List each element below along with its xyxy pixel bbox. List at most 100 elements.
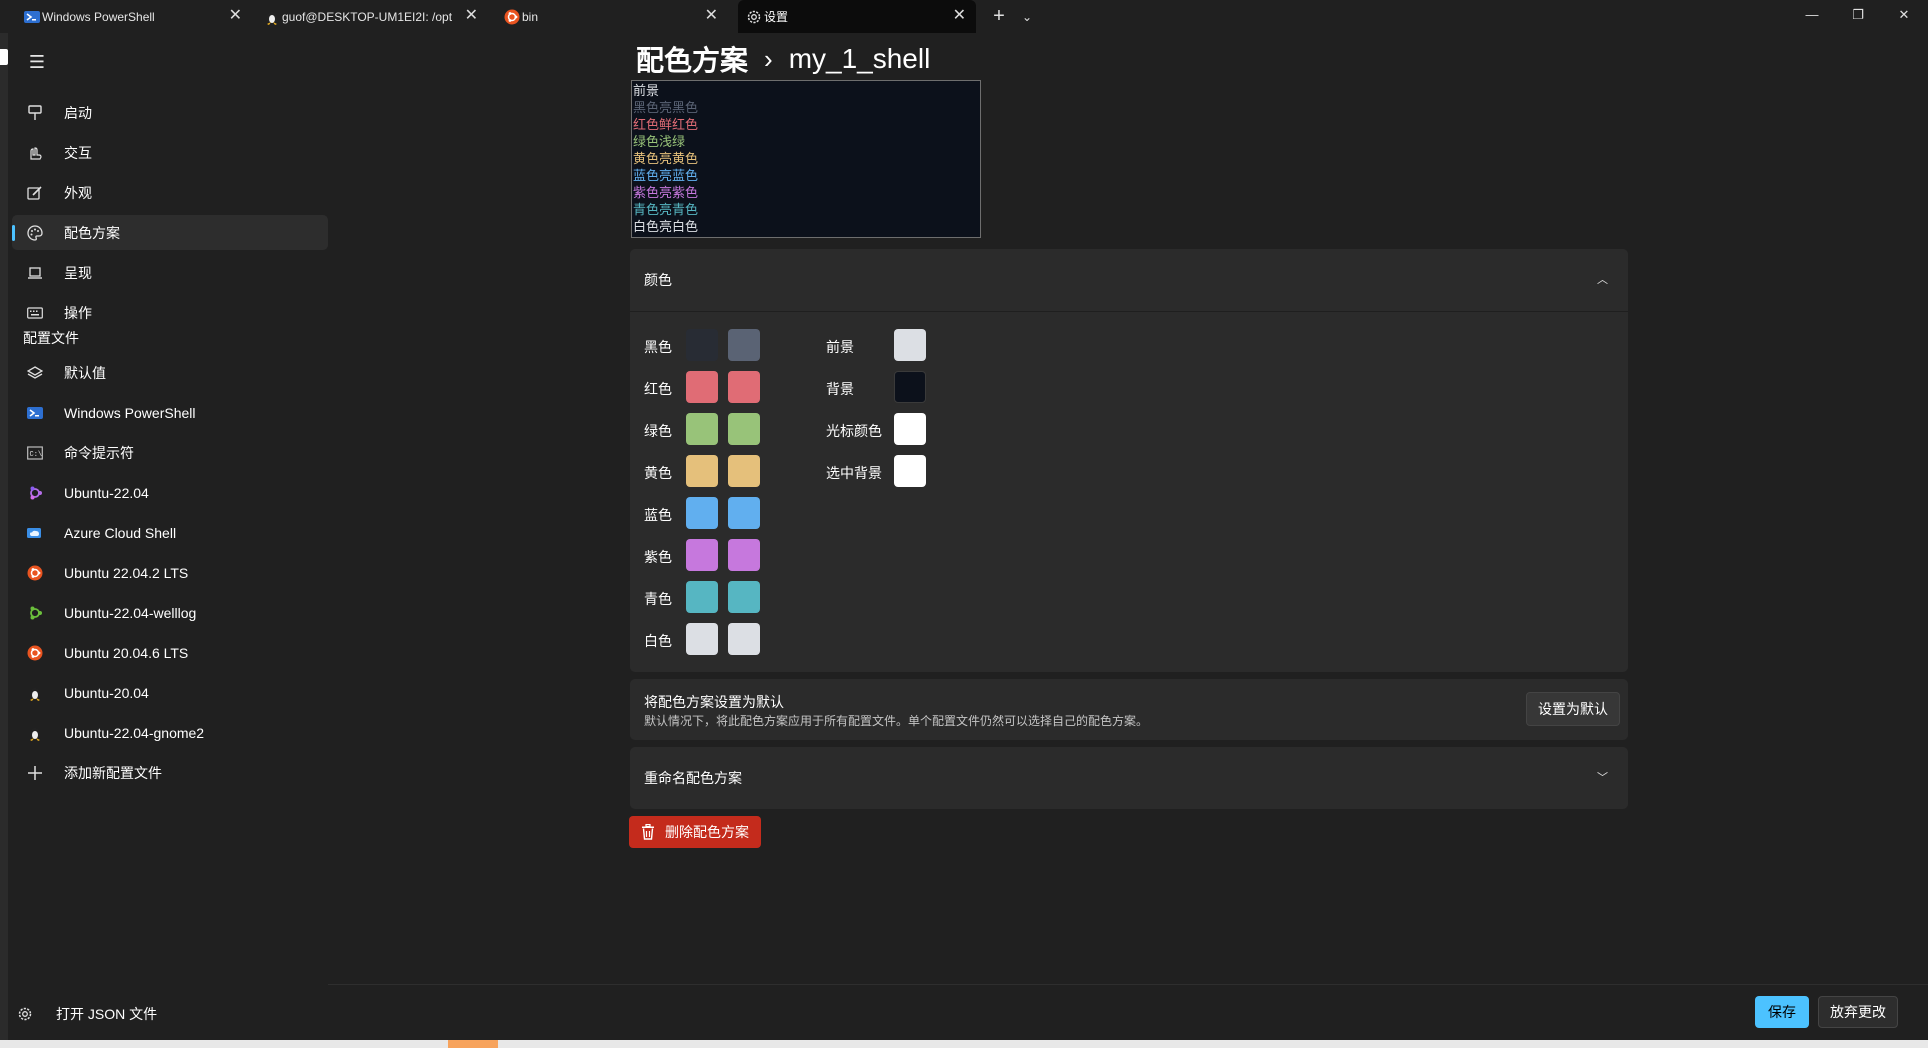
sidebar-item-rendering[interactable]: 呈现	[12, 255, 328, 290]
trash-icon	[641, 823, 655, 840]
ubuntu-purple-icon	[26, 484, 44, 502]
taskbar-accent	[448, 1040, 498, 1048]
color-label-foreground: 前景	[826, 339, 854, 355]
set-default-button[interactable]: 设置为默认	[1526, 692, 1620, 726]
close-icon[interactable]: ✕	[953, 7, 966, 25]
swatch-blue-normal[interactable]	[686, 497, 718, 529]
open-json-label: 打开 JSON 文件	[56, 1006, 158, 1022]
tab-windows-powershell[interactable]: Windows PowerShell ✕	[16, 0, 252, 33]
color-label-selection-background: 选中背景	[826, 465, 882, 481]
linux-tux-icon	[26, 684, 44, 702]
swatch-blue-bright[interactable]	[728, 497, 760, 529]
rendering-icon	[26, 264, 44, 282]
swatch-purple-bright[interactable]	[728, 539, 760, 571]
left-edge-strip	[0, 33, 8, 1048]
restore-button[interactable]: ❐	[1835, 0, 1881, 30]
swatch-yellow-normal[interactable]	[686, 455, 718, 487]
open-json-file-button[interactable]: 打开 JSON 文件	[16, 1004, 157, 1024]
chevron-up-icon[interactable]: ︿	[1597, 271, 1608, 287]
color-label-background: 背景	[826, 381, 854, 397]
linux-tux-icon	[26, 724, 44, 742]
save-button[interactable]: 保存	[1755, 996, 1809, 1028]
swatch-cyan-normal[interactable]	[686, 581, 718, 613]
preview-line: 绿色浅绿	[633, 134, 686, 149]
sidebar-item-ubuntu-20-04-6-lts[interactable]: Ubuntu 20.04.6 LTS	[12, 635, 328, 670]
taskbar-strip	[0, 1040, 1928, 1048]
sidebar-item-actions[interactable]: 操作	[12, 295, 328, 330]
settings-sidebar: ☰ 启动 交互 外观 配色方案 呈现 操作 配置文件 默认值 Windows P…	[8, 33, 328, 1048]
svg-text:C:\: C:\	[30, 451, 43, 459]
sidebar-item-startup[interactable]: 启动	[12, 95, 328, 130]
swatch-yellow-bright[interactable]	[728, 455, 760, 487]
swatch-background[interactable]	[894, 371, 926, 403]
colors-expander-header[interactable]: 颜色 ︿	[630, 249, 1628, 312]
swatch-white-normal[interactable]	[686, 623, 718, 655]
sidebar-item-appearance[interactable]: 外观	[12, 175, 328, 210]
breadcrumb-current: my_1_shell	[788, 43, 931, 74]
swatch-foreground[interactable]	[894, 329, 926, 361]
layers-icon	[26, 364, 44, 382]
sidebar-item-windows-powershell[interactable]: Windows PowerShell	[12, 395, 328, 430]
swatch-red-bright[interactable]	[728, 371, 760, 403]
breadcrumb-parent[interactable]: 配色方案	[636, 39, 748, 79]
tab-guof-opt[interactable]: guof@DESKTOP-UM1EI2I: /opt ✕	[256, 0, 488, 33]
tab-settings[interactable]: 设置 ✕	[738, 0, 976, 33]
sidebar-item-label: 外观	[64, 184, 92, 201]
rename-expander-header[interactable]: 重命名配色方案 ﹀	[630, 747, 1628, 809]
swatch-green-bright[interactable]	[728, 413, 760, 445]
preview-line: 蓝色亮蓝色	[633, 168, 699, 183]
set-default-title: 将配色方案设置为默认	[644, 694, 784, 710]
plus-icon	[26, 764, 44, 782]
color-label-cursor: 光标颜色	[826, 423, 882, 439]
sidebar-item-ubuntu-22-04-2-lts[interactable]: Ubuntu 22.04.2 LTS	[12, 555, 328, 590]
sidebar-item-ubuntu-22-04-gnome2[interactable]: Ubuntu-22.04-gnome2	[12, 715, 328, 750]
sidebar-item-azure-cloud-shell[interactable]: Azure Cloud Shell	[12, 515, 328, 550]
tab-bin[interactable]: bin ✕	[496, 0, 728, 33]
close-icon[interactable]: ✕	[705, 7, 718, 25]
swatch-purple-normal[interactable]	[686, 539, 718, 571]
sidebar-item-color-schemes[interactable]: 配色方案	[12, 215, 328, 250]
swatch-selection-background[interactable]	[894, 455, 926, 487]
sidebar-item-defaults[interactable]: 默认值	[12, 355, 328, 390]
tab-dropdown-chevron-down-icon[interactable]: ⌄	[1018, 6, 1036, 28]
swatch-black-bright[interactable]	[728, 329, 760, 361]
green-ubuntu-icon	[26, 604, 44, 622]
rename-expander[interactable]: 重命名配色方案 ﹀	[630, 747, 1628, 809]
color-scheme-preview: 前景 黑色亮黑色 红色鲜红色 绿色浅绿 黄色亮黄色 蓝色亮蓝色 紫色亮紫色 青色…	[631, 80, 981, 238]
swatch-red-normal[interactable]	[686, 371, 718, 403]
discard-changes-button[interactable]: 放弃更改	[1818, 996, 1898, 1028]
keyboard-icon	[26, 304, 44, 322]
sidebar-item-add-new-profile[interactable]: 添加新配置文件	[12, 755, 328, 790]
tab-title: Windows PowerShell	[42, 9, 155, 24]
startup-icon	[26, 104, 44, 122]
sidebar-item-ubuntu-22-04-welllog[interactable]: Ubuntu-22.04-welllog	[12, 595, 328, 630]
chevron-right-icon: ›	[764, 43, 773, 74]
swatch-green-normal[interactable]	[686, 413, 718, 445]
swatch-black-normal[interactable]	[686, 329, 718, 361]
hamburger-menu-icon[interactable]: ☰	[22, 47, 52, 77]
sidebar-item-command-prompt[interactable]: C:\ 命令提示符	[12, 435, 328, 470]
palette-icon	[26, 224, 44, 242]
sidebar-item-ubuntu-20-04[interactable]: Ubuntu-20.04	[12, 675, 328, 710]
sidebar-item-label: 默认值	[64, 364, 106, 381]
profiles-header: 配置文件	[23, 330, 79, 346]
sidebar-item-interaction[interactable]: 交互	[12, 135, 328, 170]
close-icon[interactable]: ✕	[229, 7, 242, 25]
gear-icon	[746, 9, 762, 25]
swatch-white-bright[interactable]	[728, 623, 760, 655]
interaction-icon	[26, 144, 44, 162]
chevron-down-icon[interactable]: ﹀	[1597, 769, 1608, 785]
sidebar-item-ubuntu-22-04[interactable]: Ubuntu-22.04	[12, 475, 328, 510]
new-tab-button[interactable]: +	[988, 6, 1010, 28]
swatch-cursor[interactable]	[894, 413, 926, 445]
set-default-description: 默认情况下，将此配色方案应用于所有配置文件。单个配置文件仍然可以选择自己的配色方…	[644, 714, 1149, 728]
close-icon[interactable]: ✕	[465, 7, 478, 25]
appearance-icon	[26, 184, 44, 202]
close-window-button[interactable]: ✕	[1881, 0, 1927, 30]
tab-title: 设置	[764, 10, 789, 24]
delete-color-scheme-button[interactable]: 删除配色方案	[629, 816, 761, 848]
minimize-button[interactable]: —	[1789, 0, 1835, 30]
sidebar-item-label: 交互	[64, 144, 92, 161]
swatch-cyan-bright[interactable]	[728, 581, 760, 613]
main-content: 配色方案 › my_1_shell 前景 黑色亮黑色 红色鲜红色 绿色浅绿 黄色…	[328, 33, 1928, 983]
